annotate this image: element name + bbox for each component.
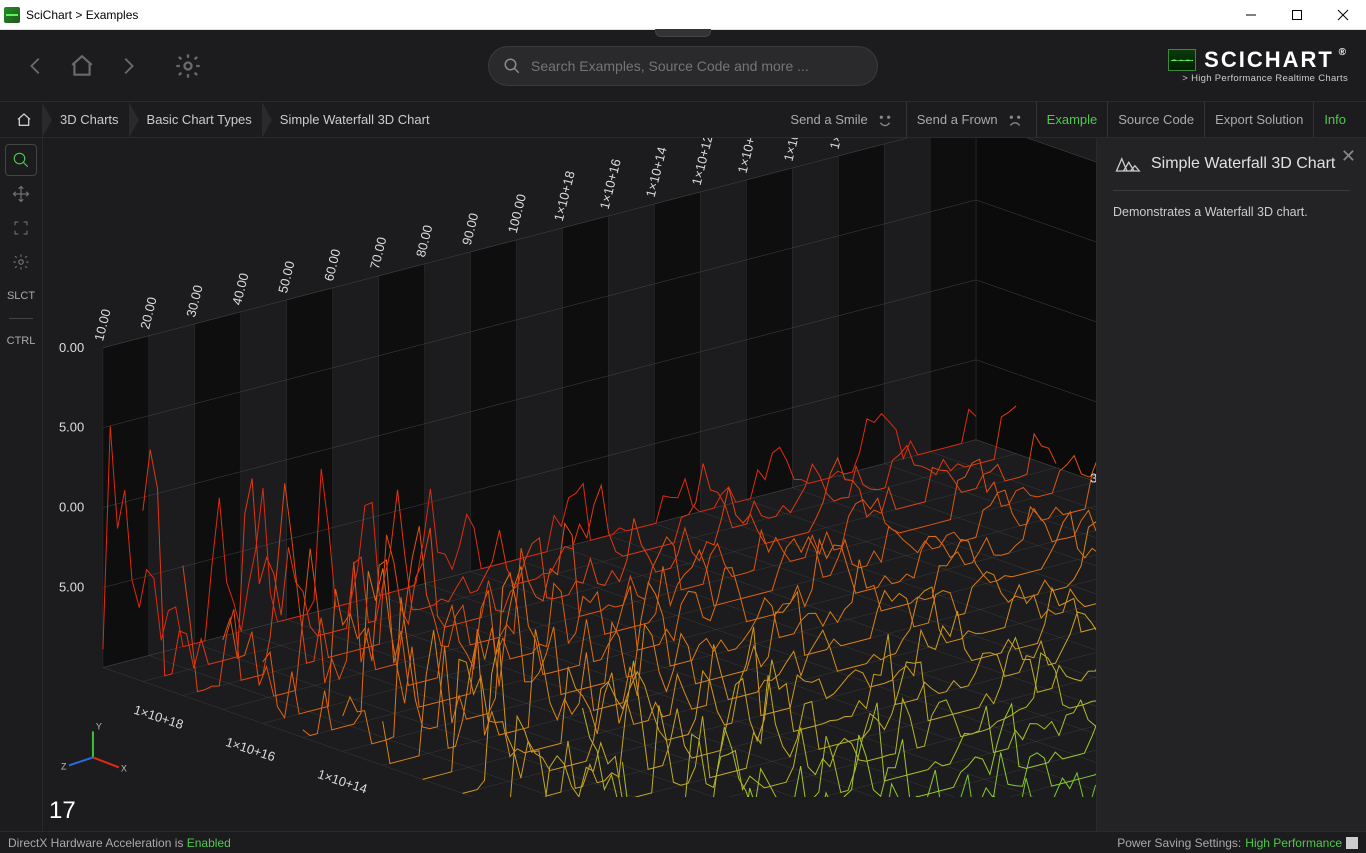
info-panel: ✕ Simple Waterfall 3D Chart Demonstrates… xyxy=(1096,138,1366,831)
maximize-button[interactable] xyxy=(1274,0,1320,30)
tool-slct[interactable]: SLCT xyxy=(5,280,37,312)
window-title: SciChart > Examples xyxy=(26,8,138,22)
tool-zoom[interactable] xyxy=(5,144,37,176)
tool-ctrl[interactable]: CTRL xyxy=(5,325,37,357)
info-panel-body: Demonstrates a Waterfall 3D chart. xyxy=(1113,205,1350,219)
svg-text:50.00: 50.00 xyxy=(275,259,297,294)
logo-subtitle: > High Performance Realtime Charts xyxy=(1182,73,1348,84)
panel-chart-icon xyxy=(1113,152,1141,176)
logo-mark xyxy=(1168,49,1196,71)
breadcrumb-simple-waterfall[interactable]: Simple Waterfall 3D Chart xyxy=(262,102,440,138)
home-button[interactable] xyxy=(68,52,96,80)
svg-text:1×10+14: 1×10+14 xyxy=(643,145,670,198)
chart-viewport[interactable]: 10.00 20.00 30.00 40.00 50.00 60.00 70.00 80.00… xyxy=(42,138,1096,831)
back-button[interactable] xyxy=(22,52,50,80)
frame-number: 17 xyxy=(49,797,76,825)
svg-text:10.00: 10.00 xyxy=(91,307,113,342)
header-toolbar: SCICHART ® > High Performance Realtime C… xyxy=(0,30,1366,102)
search-input[interactable] xyxy=(531,58,863,74)
status-bar: DirectX Hardware Acceleration is Enabled… xyxy=(0,831,1366,853)
breadcrumb-basic-chart-types[interactable]: Basic Chart Types xyxy=(129,102,262,138)
tool-settings[interactable] xyxy=(5,246,37,278)
settings-button[interactable] xyxy=(174,52,202,80)
svg-text:60.00: 60.00 xyxy=(321,247,343,282)
tool-separator xyxy=(9,318,33,319)
svg-text:1×10+12: 1×10+12 xyxy=(689,138,716,187)
close-button[interactable] xyxy=(1320,0,1366,30)
breadcrumb-bar: 3D Charts Basic Chart Types Simple Water… xyxy=(0,102,1366,138)
tool-pan[interactable] xyxy=(5,178,37,210)
forward-button[interactable] xyxy=(114,52,142,80)
breadcrumb-home[interactable] xyxy=(10,102,42,138)
svg-text:1×10+16: 1×10+16 xyxy=(597,157,624,210)
breadcrumb-3d-charts[interactable]: 3D Charts xyxy=(42,102,129,138)
svg-text:1×10+18: 1×10+18 xyxy=(132,702,185,732)
svg-text:1×10+18: 1×10+18 xyxy=(551,169,578,222)
tab-example[interactable]: Example xyxy=(1036,102,1108,138)
app-icon xyxy=(4,7,20,23)
send-frown-button[interactable]: Send a Frown xyxy=(906,102,1036,138)
waterfall-3d-chart: 10.00 20.00 30.00 40.00 50.00 60.00 70.00 80.00… xyxy=(43,138,1096,797)
search-box[interactable] xyxy=(488,46,878,86)
info-panel-close[interactable]: ✕ xyxy=(1341,146,1356,167)
logo: SCICHART ® > High Performance Realtime C… xyxy=(1168,47,1348,84)
svg-text:0.00: 0.00 xyxy=(59,500,84,515)
svg-text:1×10+4: 1×10+4 xyxy=(873,138,898,139)
status-hw-accel: DirectX Hardware Acceleration is Enabled xyxy=(8,836,231,850)
left-toolbar: SLCT CTRL xyxy=(0,138,42,831)
window-titlebar: SciChart > Examples xyxy=(0,0,1366,30)
status-power-saving[interactable]: Power Saving Settings: High Performance xyxy=(1117,836,1358,850)
svg-text:X: X xyxy=(121,763,127,773)
tab-source-code[interactable]: Source Code xyxy=(1107,102,1204,138)
tool-fullscreen[interactable] xyxy=(5,212,37,244)
svg-text:1×10+10: 1×10+10 xyxy=(735,138,762,175)
grip-handle[interactable] xyxy=(655,29,711,37)
svg-text:5.00: 5.00 xyxy=(59,580,84,595)
svg-text:1×10+14: 1×10+14 xyxy=(316,766,369,796)
search-icon xyxy=(503,57,521,75)
info-panel-title: Simple Waterfall 3D Chart xyxy=(1151,155,1335,173)
svg-text:70.00: 70.00 xyxy=(367,235,389,270)
minimize-button[interactable] xyxy=(1228,0,1274,30)
svg-text:0.00: 0.00 xyxy=(59,340,84,355)
svg-text:20.00: 20.00 xyxy=(137,295,159,330)
svg-text:90.00: 90.00 xyxy=(459,211,481,246)
breadcrumb: 3D Charts Basic Chart Types Simple Water… xyxy=(10,102,440,138)
tab-info[interactable]: Info xyxy=(1313,102,1356,138)
send-smile-button[interactable]: Send a Smile xyxy=(780,102,905,138)
svg-text:1×10+6: 1×10+6 xyxy=(827,138,852,151)
svg-text:5.00: 5.00 xyxy=(59,420,84,435)
tab-export-solution[interactable]: Export Solution xyxy=(1204,102,1313,138)
svg-text:Z: Z xyxy=(61,761,67,771)
svg-text:40.00: 40.00 xyxy=(229,271,251,306)
svg-text:Y: Y xyxy=(96,721,102,731)
svg-text:1×10+8: 1×10+8 xyxy=(781,138,806,163)
svg-text:80.00: 80.00 xyxy=(413,223,435,258)
svg-text:30.00: 30.00 xyxy=(183,283,205,318)
svg-text:100.00: 100.00 xyxy=(505,193,529,235)
svg-text:1×10+16: 1×10+16 xyxy=(224,734,277,764)
logo-text: SCICHART ® xyxy=(1204,47,1348,73)
